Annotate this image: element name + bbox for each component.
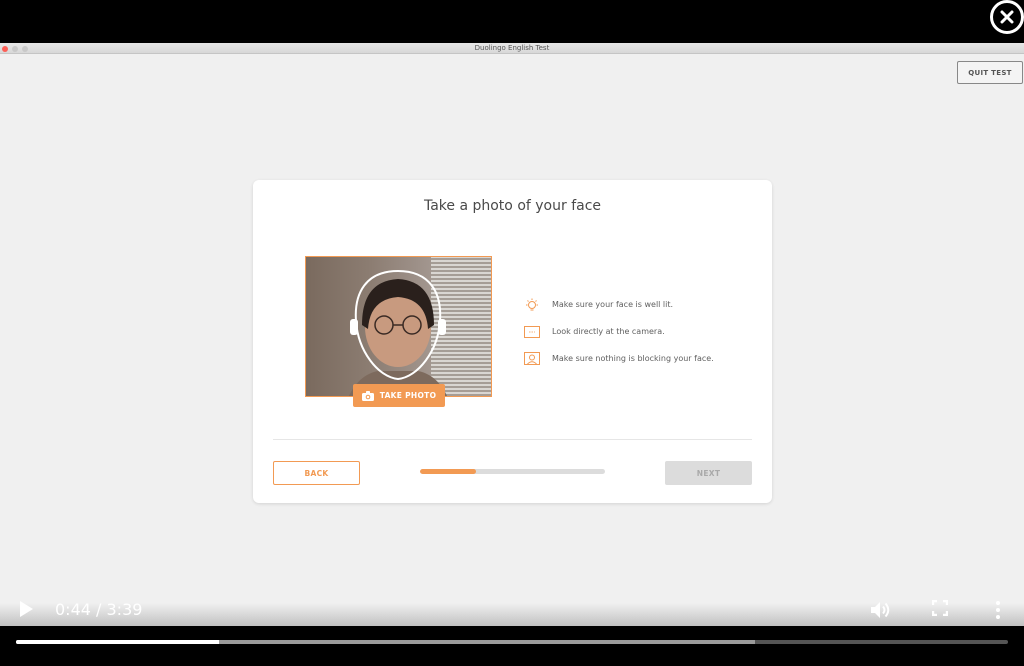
face-frame-icon (523, 352, 540, 366)
close-overlay-button[interactable] (990, 0, 1024, 34)
tip-item: Make sure nothing is blocking your face. (523, 345, 714, 372)
tip-text: Look directly at the camera. (552, 327, 665, 336)
camera-frame-icon (523, 325, 540, 339)
photo-tips-list: Make sure your face is well lit. Look di… (523, 291, 714, 372)
take-photo-button[interactable]: TAKE PHOTO (353, 384, 445, 407)
window-title: Duolingo English Test (474, 44, 550, 52)
progress-fill (420, 469, 476, 474)
seek-bar[interactable] (16, 640, 1008, 644)
time-display: 0:44 / 3:39 (55, 600, 143, 619)
seek-played (16, 640, 220, 644)
app-window: Duolingo English Test QUIT TEST Take a p… (0, 43, 1024, 626)
window-titlebar: Duolingo English Test (0, 43, 1024, 54)
volume-icon[interactable] (870, 600, 892, 620)
play-icon[interactable] (18, 600, 34, 618)
tip-text: Make sure your face is well lit. (552, 300, 674, 309)
tip-item: Look directly at the camera. (523, 318, 714, 345)
tip-item: Make sure your face is well lit. (523, 291, 714, 318)
quit-test-button[interactable]: QUIT TEST (957, 61, 1023, 84)
back-button[interactable]: BACK (273, 461, 360, 485)
close-icon (1000, 10, 1014, 24)
next-button[interactable]: NEXT (665, 461, 752, 485)
camera-icon (361, 390, 374, 401)
photo-card: Take a photo of your face TAKE PHOTO Mak… (253, 180, 772, 503)
more-options-icon[interactable] (994, 600, 1002, 620)
page-title: Take a photo of your face (423, 198, 602, 214)
fullscreen-icon[interactable] (932, 600, 948, 616)
progress-bar (420, 469, 605, 474)
card-divider (273, 439, 752, 440)
lightbulb-icon (523, 298, 540, 312)
take-photo-label: TAKE PHOTO (379, 391, 437, 400)
face-guide-outline (348, 269, 448, 396)
camera-preview (305, 256, 492, 397)
tip-text: Make sure nothing is blocking your face. (552, 354, 714, 363)
video-controls: 0:44 / 3:39 (0, 590, 1024, 630)
